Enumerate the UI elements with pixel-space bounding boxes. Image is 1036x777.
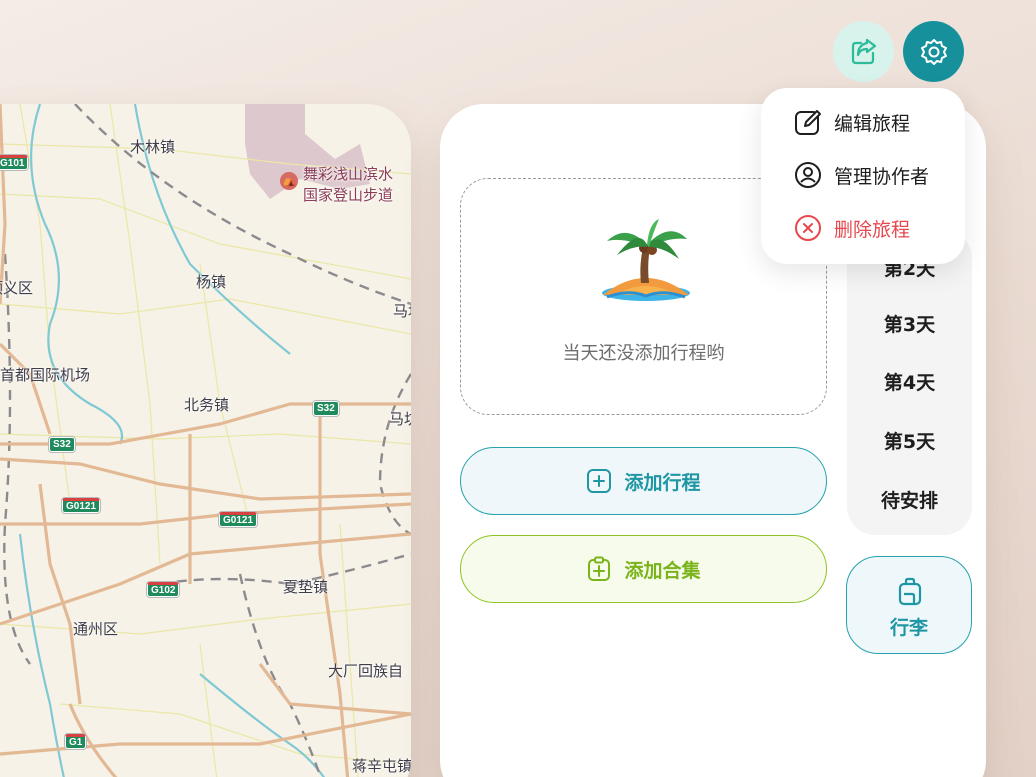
luggage-button[interactable]: 行李	[846, 556, 972, 654]
hiking-poi-icon[interactable]: ⛺	[280, 172, 298, 190]
road-shield-g1: G1	[65, 734, 87, 749]
add-plan-label: 添加行程	[624, 471, 701, 494]
luggage-label: 行李	[889, 617, 928, 639]
map-label-dachang: 大厂回族自	[328, 662, 404, 680]
clipboard-plus-icon	[588, 556, 611, 581]
collaborator-icon	[795, 162, 821, 188]
trip-options-menu: 编辑旅程 管理协作者 删除旅程	[761, 88, 965, 264]
poi-name-line2[interactable]: 国家登山步道	[303, 185, 393, 205]
map-label-ma2: 马坊	[389, 410, 411, 428]
map-label-tongzhou: 通州区	[73, 620, 119, 638]
day-item-unscheduled[interactable]: 待安排	[847, 486, 972, 513]
map-label-yangzhen: 杨镇	[196, 273, 227, 291]
add-collection-label: 添加合集	[624, 559, 701, 582]
menu-item-label: 删除旅程	[834, 218, 911, 241]
menu-item-manage-collaborators[interactable]: 管理协作者	[793, 160, 929, 190]
day-item-4[interactable]: 第4天	[847, 368, 972, 395]
road-shield-s32: S32	[313, 401, 339, 416]
map-label-beiwu: 北务镇	[184, 396, 230, 414]
road-shield-g0121: G0121	[62, 498, 101, 513]
settings-button[interactable]	[903, 21, 964, 82]
road-shield-g101: G101	[0, 155, 29, 170]
luggage-icon	[898, 577, 922, 606]
day-list: 第2天 第3天 第4天 第5天 待安排	[847, 230, 972, 535]
menu-item-edit-trip[interactable]: 编辑旅程	[793, 107, 910, 137]
map-label-airport: 京首都国际机场	[0, 366, 91, 384]
gear-icon	[920, 38, 947, 65]
edit-icon	[795, 110, 821, 135]
map-label-ma1: 马坊	[393, 302, 411, 320]
map-label-jiangxin: 蒋辛屯镇	[352, 757, 411, 775]
poi-name-line1[interactable]: 舞彩浅山滨水	[303, 164, 393, 184]
map-label-shunyi: 顺义区	[0, 279, 34, 297]
map-label-xiadian: 夏垫镇	[283, 578, 329, 596]
add-plan-button[interactable]: 添加行程	[460, 447, 827, 515]
share-button[interactable]	[833, 21, 894, 82]
share-icon	[851, 38, 876, 64]
menu-item-delete-trip[interactable]: 删除旅程	[793, 213, 910, 243]
delete-circle-icon	[795, 215, 821, 241]
add-collection-button[interactable]: 添加合集	[460, 535, 827, 603]
plus-square-icon	[587, 469, 612, 493]
road-shield-s32: S32	[49, 437, 75, 452]
map-panel[interactable]: 木林镇 顺义区 杨镇 京首都国际机场 北务镇 夏垫镇 通州区 大厂回族自 蒋辛屯…	[0, 104, 411, 777]
map-label-mulin: 木林镇	[130, 138, 176, 156]
menu-item-label: 管理协作者	[834, 165, 930, 188]
road-shield-g0121: G0121	[219, 512, 258, 527]
palm-island-icon	[602, 219, 690, 301]
road-shield-g102: G102	[147, 582, 180, 597]
day-item-5[interactable]: 第5天	[847, 427, 972, 454]
day-item-3[interactable]: 第3天	[847, 310, 972, 337]
empty-state-text: 当天还没添加行程哟	[562, 343, 725, 364]
menu-item-label: 编辑旅程	[834, 112, 911, 135]
